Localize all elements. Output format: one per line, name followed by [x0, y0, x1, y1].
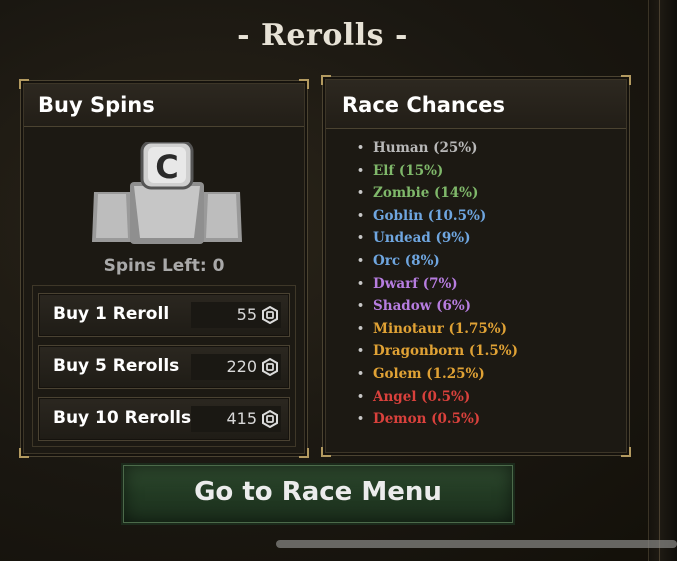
race-text: Zombie (14%) [373, 185, 479, 202]
race-chances-title: Race Chances [342, 93, 506, 117]
race-list: • Human (25%) • Elf (15%) • Zombie (14%) • Gobl… [354, 137, 518, 431]
buy-spins-header: Buy Spins [24, 84, 304, 127]
bullet-icon: • [357, 186, 365, 200]
go-to-race-menu-label: Go to Race Menu [194, 477, 442, 507]
price-1: 55 [236, 305, 257, 324]
bullet-icon: • [357, 366, 365, 380]
race-item: • Dragonborn (1.5%) [354, 340, 518, 363]
race-item: • Shadow (6%) [354, 295, 518, 318]
race-item: • Orc (8%) [354, 250, 518, 273]
bullet-icon: • [357, 299, 365, 313]
race-text: Dragonborn (1.5%) [373, 343, 518, 360]
race-item: • Goblin (10.5%) [354, 205, 518, 228]
race-item: • Dwarf (7%) [354, 273, 518, 296]
bullet-icon: • [357, 389, 365, 403]
bullet-icon: • [357, 412, 365, 426]
race-item: • Minotaur (1.75%) [354, 318, 518, 341]
bullet-icon: • [357, 344, 365, 358]
bullet-icon: • [357, 253, 365, 267]
bullet-icon: • [357, 276, 365, 290]
race-text: Elf (15%) [373, 162, 444, 179]
race-text: Dwarf (7%) [373, 275, 458, 292]
race-text: Minotaur (1.75%) [373, 320, 507, 337]
horizontal-scrollbar[interactable] [276, 540, 677, 548]
race-text: Orc (8%) [373, 252, 440, 269]
race-item: • Golem (1.25%) [354, 363, 518, 386]
race-item: • Angel (0.5%) [354, 386, 518, 409]
robux-icon [262, 358, 278, 376]
race-text: Goblin (10.5%) [373, 207, 487, 224]
race-text: Demon (0.5%) [373, 411, 481, 428]
race-text: Human (25%) [373, 140, 478, 156]
buy-1-reroll-label: Buy 1 Reroll [53, 304, 170, 324]
bullet-icon: • [357, 321, 365, 335]
bullet-icon: • [357, 208, 365, 222]
race-chances-header: Race Chances [326, 80, 626, 129]
price-5: 220 [226, 357, 257, 376]
buy-spins-title: Buy Spins [38, 93, 155, 117]
buy-10-rerolls-button[interactable]: Buy 10 Rerolls 415 [38, 397, 290, 441]
bullet-icon: • [357, 163, 365, 177]
price-10: 415 [226, 409, 257, 428]
bullet-icon: • [357, 141, 365, 154]
spins-left-text: Spins Left: 0 [103, 256, 225, 276]
robux-stack-icon: C [92, 142, 242, 244]
race-item: • Elf (15%) [354, 160, 518, 183]
race-text: Golem (1.25%) [373, 365, 485, 382]
race-item: • Zombie (14%) [354, 182, 518, 205]
buy-5-rerolls-button[interactable]: Buy 5 Rerolls 220 [38, 345, 290, 389]
side-frame [648, 0, 677, 561]
buy-10-rerolls-label: Buy 10 Rerolls [53, 408, 192, 428]
page-title: - Rerolls - [237, 18, 408, 53]
race-text: Angel (0.5%) [373, 388, 471, 405]
race-text: Undead (9%) [373, 230, 471, 247]
svg-text:C: C [155, 148, 178, 186]
race-item: • Human (25%) [354, 137, 518, 160]
go-to-race-menu-button[interactable]: Go to Race Menu [121, 463, 515, 525]
race-item: • Undead (9%) [354, 227, 518, 250]
bullet-icon: • [357, 231, 365, 245]
race-item: • Demon (0.5%) [354, 408, 518, 431]
buy-1-reroll-button[interactable]: Buy 1 Reroll 55 [38, 293, 290, 337]
robux-icon [262, 306, 278, 324]
robux-icon [262, 410, 278, 428]
buy-5-rerolls-label: Buy 5 Rerolls [53, 356, 180, 376]
race-text: Shadow (6%) [373, 298, 472, 315]
